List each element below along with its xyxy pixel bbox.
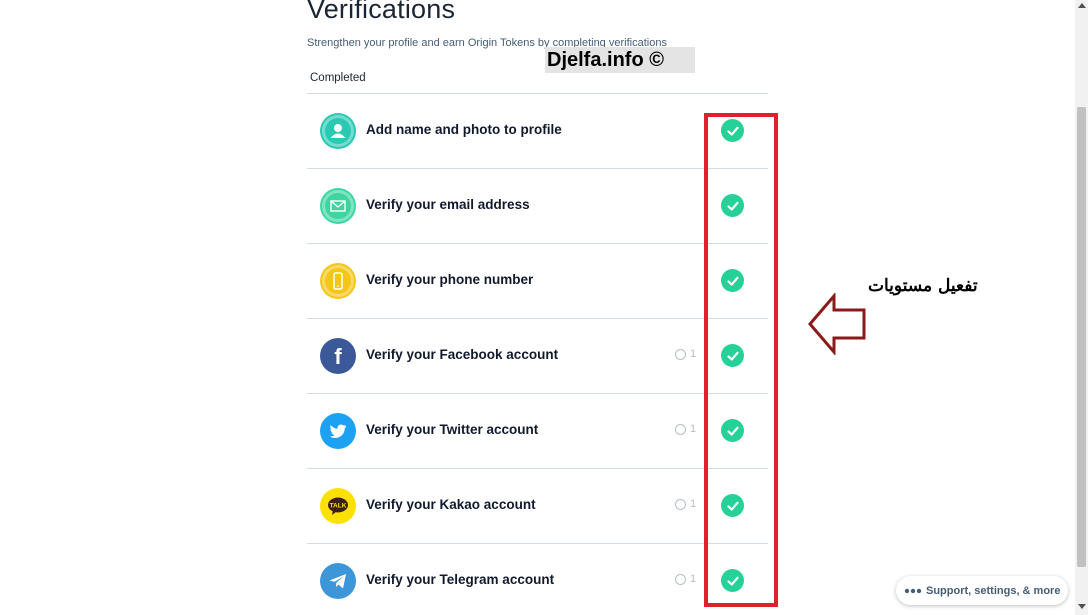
verification-row-twitter[interactable]: Verify your Twitter account 1 bbox=[307, 394, 768, 469]
svg-text:TALK: TALK bbox=[330, 503, 347, 510]
token-amount: 1 bbox=[690, 423, 697, 435]
support-button[interactable]: Support, settings, & more bbox=[896, 576, 1069, 605]
verification-row-facebook[interactable]: f Verify your Facebook account 1 bbox=[307, 319, 768, 394]
facebook-icon: f bbox=[320, 338, 356, 374]
svg-text:f: f bbox=[334, 344, 342, 369]
telegram-icon bbox=[320, 563, 356, 599]
verification-label: Verify your Facebook account bbox=[366, 347, 559, 362]
token-amount: 1 bbox=[690, 573, 697, 585]
verification-label: Verify your Kakao account bbox=[366, 497, 536, 512]
scroll-down-icon[interactable] bbox=[1078, 604, 1086, 609]
scroll-up-icon[interactable] bbox=[1078, 3, 1086, 8]
token-reward: 1 bbox=[675, 573, 696, 585]
verification-row-kakao[interactable]: TALK Verify your Kakao account 1 bbox=[307, 469, 768, 544]
twitter-icon bbox=[320, 413, 356, 449]
token-icon bbox=[675, 423, 686, 435]
highlight-box bbox=[704, 113, 778, 607]
verification-row-telegram[interactable]: Verify your Telegram account 1 bbox=[307, 544, 768, 615]
scrollbar-thumb[interactable] bbox=[1077, 107, 1086, 567]
phone-icon bbox=[320, 263, 356, 299]
token-icon bbox=[675, 573, 686, 585]
token-reward: 1 bbox=[675, 423, 696, 435]
token-amount: 1 bbox=[690, 348, 697, 360]
verification-label: Verify your Telegram account bbox=[366, 572, 555, 587]
verification-list: Add name and photo to profile Verify you… bbox=[307, 94, 768, 615]
token-icon bbox=[675, 498, 686, 510]
verification-row-email[interactable]: Verify your email address bbox=[307, 169, 768, 244]
page-title: Verifications bbox=[307, 0, 456, 24]
annotation-text: تفعيل مستويات bbox=[868, 276, 978, 296]
support-label: Support, settings, & more bbox=[926, 584, 1061, 597]
token-reward: 1 bbox=[675, 348, 696, 360]
verification-label: Add name and photo to profile bbox=[366, 122, 562, 137]
profile-icon bbox=[320, 113, 356, 149]
token-icon bbox=[675, 348, 686, 360]
verification-label: Verify your phone number bbox=[366, 272, 534, 287]
token-reward: 1 bbox=[675, 498, 696, 510]
email-icon bbox=[320, 188, 356, 224]
arrow-left-icon bbox=[808, 291, 868, 360]
verification-label: Verify your Twitter account bbox=[366, 422, 539, 437]
verification-row-phone[interactable]: Verify your phone number bbox=[307, 244, 768, 319]
kakao-icon: TALK bbox=[320, 488, 356, 524]
token-amount: 1 bbox=[690, 498, 697, 510]
verification-row-profile[interactable]: Add name and photo to profile bbox=[307, 94, 768, 169]
verification-label: Verify your email address bbox=[366, 197, 530, 212]
section-label-completed: Completed bbox=[310, 72, 366, 84]
watermark: Djelfa.info © bbox=[545, 47, 695, 73]
more-dots-icon bbox=[904, 585, 922, 597]
